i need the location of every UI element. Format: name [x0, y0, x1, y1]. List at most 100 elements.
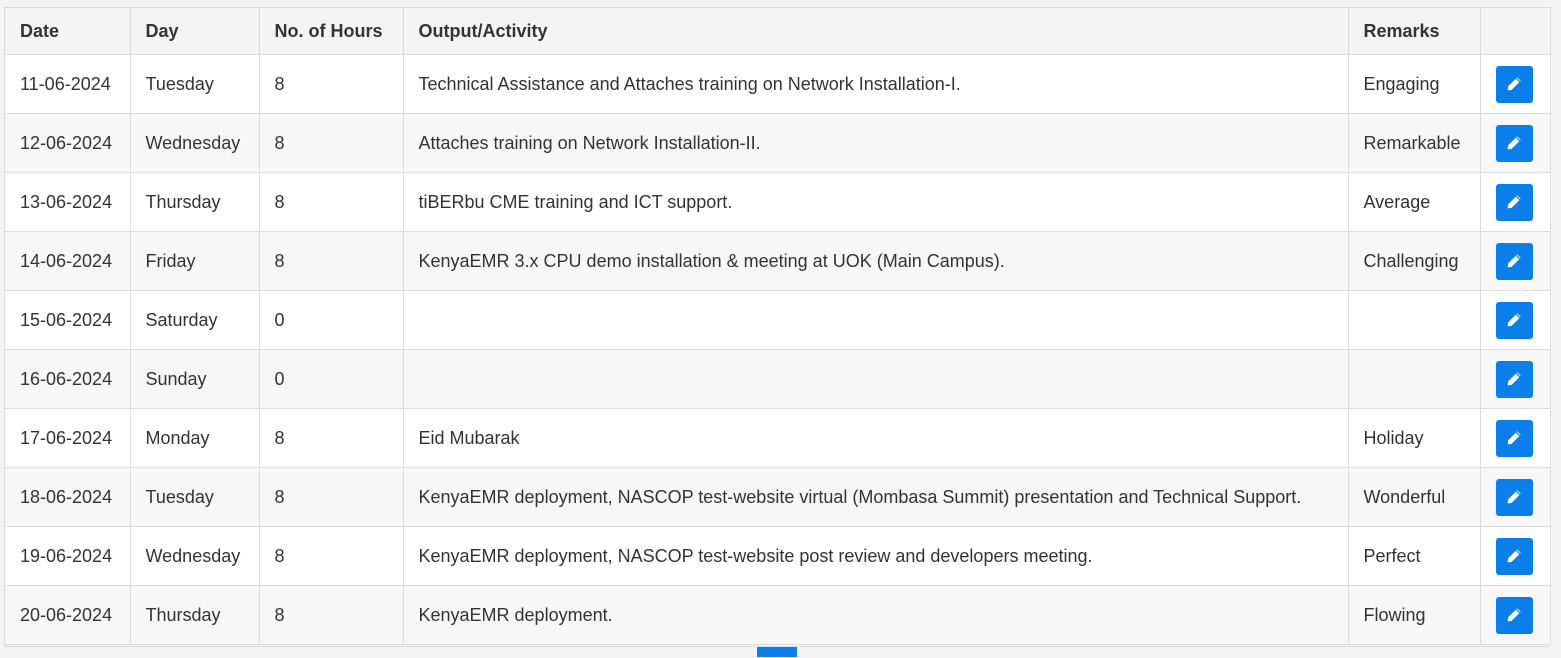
cell-activity	[403, 290, 1349, 350]
cell-action	[1480, 231, 1550, 291]
cell-date: 20-06-2024	[5, 585, 131, 645]
cell-day: Saturday	[130, 290, 260, 350]
table-row: 19-06-2024 Wednesday 8 KenyaEMR deployme…	[5, 526, 1550, 586]
pencil-icon	[1507, 77, 1521, 91]
pencil-icon	[1507, 136, 1521, 150]
table-row: 15-06-2024 Saturday 0	[5, 290, 1550, 350]
cell-remarks: Holiday	[1348, 408, 1481, 468]
edit-button[interactable]	[1495, 478, 1533, 516]
cell-date: 19-06-2024	[5, 526, 131, 586]
cell-hours: 8	[259, 231, 404, 291]
cell-hours: 8	[259, 113, 404, 173]
cell-action	[1480, 172, 1550, 232]
cell-day: Sunday	[130, 349, 260, 409]
cell-date: 13-06-2024	[5, 172, 131, 232]
cell-activity: KenyaEMR 3.x CPU demo installation & mee…	[403, 231, 1349, 291]
cell-date: 11-06-2024	[5, 54, 131, 114]
cell-hours: 8	[259, 408, 404, 468]
cell-activity: KenyaEMR deployment, NASCOP test-website…	[403, 526, 1349, 586]
cell-day: Thursday	[130, 585, 260, 645]
cell-date: 14-06-2024	[5, 231, 131, 291]
edit-button[interactable]	[1495, 65, 1533, 103]
cell-activity: KenyaEMR deployment.	[403, 585, 1349, 645]
table-row: 17-06-2024 Monday 8 Eid Mubarak Holiday	[5, 408, 1550, 468]
cell-hours: 8	[259, 467, 404, 527]
cell-hours: 0	[259, 290, 404, 350]
cell-date: 12-06-2024	[5, 113, 131, 173]
cell-remarks: Flowing	[1348, 585, 1481, 645]
cell-remarks: Wonderful	[1348, 467, 1481, 527]
cell-day: Monday	[130, 408, 260, 468]
pencil-icon	[1507, 431, 1521, 445]
table-header-row: Date Day No. of Hours Output/Activity Re…	[5, 8, 1550, 55]
table-row: 13-06-2024 Thursday 8 tiBERbu CME traini…	[5, 172, 1550, 232]
cell-hours: 8	[259, 54, 404, 114]
cell-activity: Technical Assistance and Attaches traini…	[403, 54, 1349, 114]
header-remarks[interactable]: Remarks	[1348, 8, 1481, 55]
cell-action	[1480, 54, 1550, 114]
cell-day: Wednesday	[130, 526, 260, 586]
cell-activity: KenyaEMR deployment, NASCOP test-website…	[403, 467, 1349, 527]
cell-hours: 0	[259, 349, 404, 409]
table-row: 16-06-2024 Sunday 0	[5, 349, 1550, 409]
activity-log-table: Date Day No. of Hours Output/Activity Re…	[4, 7, 1551, 645]
pencil-icon	[1507, 549, 1521, 563]
cell-date: 16-06-2024	[5, 349, 131, 409]
cell-action	[1480, 349, 1550, 409]
pencil-icon	[1507, 195, 1521, 209]
cell-action	[1480, 408, 1550, 468]
header-hours[interactable]: No. of Hours	[259, 8, 404, 55]
cell-action	[1480, 467, 1550, 527]
cell-action	[1480, 113, 1550, 173]
cell-action	[1480, 290, 1550, 350]
header-activity[interactable]: Output/Activity	[403, 8, 1349, 55]
pencil-icon	[1507, 372, 1521, 386]
cell-hours: 8	[259, 172, 404, 232]
cell-day: Thursday	[130, 172, 260, 232]
header-day[interactable]: Day	[130, 8, 260, 55]
cell-activity: Attaches training on Network Installatio…	[403, 113, 1349, 173]
cell-hours: 8	[259, 526, 404, 586]
cell-day: Tuesday	[130, 467, 260, 527]
header-actions	[1480, 8, 1550, 55]
edit-button[interactable]	[1495, 360, 1533, 398]
table-row: 11-06-2024 Tuesday 8 Technical Assistanc…	[5, 54, 1550, 114]
cell-remarks: Remarkable	[1348, 113, 1481, 173]
cell-day: Wednesday	[130, 113, 260, 173]
cell-remarks: Average	[1348, 172, 1481, 232]
cell-action	[1480, 526, 1550, 586]
edit-button[interactable]	[1495, 596, 1533, 634]
cell-remarks: Engaging	[1348, 54, 1481, 114]
cell-activity	[403, 349, 1349, 409]
pagination-active-page[interactable]	[757, 647, 797, 657]
pencil-icon	[1507, 608, 1521, 622]
top-strip	[0, 0, 1561, 7]
edit-button[interactable]	[1495, 537, 1533, 575]
cell-hours: 8	[259, 585, 404, 645]
cell-day: Tuesday	[130, 54, 260, 114]
cell-activity: tiBERbu CME training and ICT support.	[403, 172, 1349, 232]
pencil-icon	[1507, 313, 1521, 327]
table-row: 12-06-2024 Wednesday 8 Attaches training…	[5, 113, 1550, 173]
table-row: 20-06-2024 Thursday 8 KenyaEMR deploymen…	[5, 585, 1550, 645]
cell-date: 15-06-2024	[5, 290, 131, 350]
edit-button[interactable]	[1495, 419, 1533, 457]
header-date[interactable]: Date	[5, 8, 131, 55]
cell-activity: Eid Mubarak	[403, 408, 1349, 468]
edit-button[interactable]	[1495, 183, 1533, 221]
pencil-icon	[1507, 490, 1521, 504]
edit-button[interactable]	[1495, 242, 1533, 280]
cell-day: Friday	[130, 231, 260, 291]
log-table: Date Day No. of Hours Output/Activity Re…	[5, 8, 1550, 645]
pencil-icon	[1507, 254, 1521, 268]
table-row: 18-06-2024 Tuesday 8 KenyaEMR deployment…	[5, 467, 1550, 527]
cell-remarks	[1348, 290, 1481, 350]
cell-remarks	[1348, 349, 1481, 409]
cell-action	[1480, 585, 1550, 645]
edit-button[interactable]	[1495, 124, 1533, 162]
cell-remarks: Challenging	[1348, 231, 1481, 291]
cell-date: 17-06-2024	[5, 408, 131, 468]
edit-button[interactable]	[1495, 301, 1533, 339]
table-row: 14-06-2024 Friday 8 KenyaEMR 3.x CPU dem…	[5, 231, 1550, 291]
cell-date: 18-06-2024	[5, 467, 131, 527]
